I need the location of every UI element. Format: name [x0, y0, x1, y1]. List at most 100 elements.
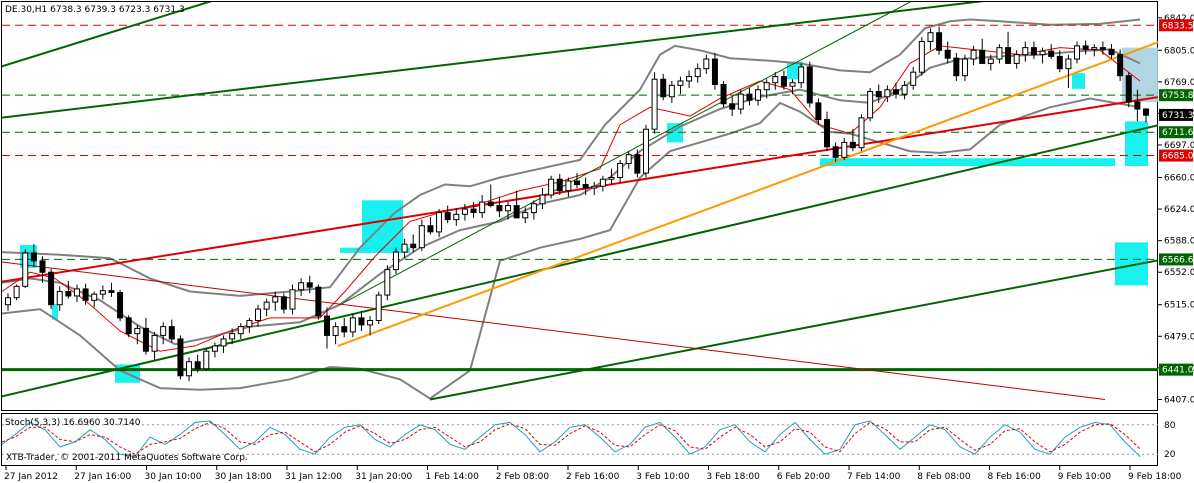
time-tick-label-15: 9 Feb 10:00 [1058, 472, 1112, 482]
candle-body [375, 294, 382, 322]
candle-body [884, 89, 891, 98]
candle-body [160, 326, 167, 336]
candle-body [39, 260, 46, 273]
price-tag-5: 6566.6 [1159, 253, 1194, 266]
stoch-tick-label-1: 20 [1164, 450, 1176, 460]
candle-body [832, 146, 839, 158]
candle-99 [858, 114, 865, 152]
highlight-box-9 [1072, 73, 1085, 89]
candle-body [427, 225, 434, 233]
highlight-box-4 [340, 247, 410, 253]
candle-body [30, 252, 37, 262]
candle-body [858, 117, 865, 149]
stoch-tick-label-0: 80 [1164, 421, 1176, 431]
time-tick-label-7: 2 Feb 08:00 [496, 472, 550, 482]
candle-body [280, 296, 287, 310]
candle-body [142, 327, 149, 352]
candle-body [944, 49, 951, 59]
trading-chart[interactable]: DE.30,H1 6738.3 6739.3 6723.3 6731.3 684… [0, 0, 1194, 483]
candle-body [56, 291, 63, 306]
candle-body [349, 317, 356, 333]
time-tick-label-3: 30 Jan 18:00 [215, 472, 272, 482]
candle-body [720, 83, 727, 105]
candle-body [970, 49, 977, 60]
candle-body [461, 208, 468, 215]
candle-body [367, 320, 374, 326]
candle-13 [117, 289, 124, 322]
price-tag-6: 6441.0 [1159, 363, 1194, 376]
candle-body [358, 317, 365, 326]
time-tick-label-13: 8 Feb 08:00 [917, 472, 971, 482]
time-tick-label-16: 9 Feb 18:00 [1128, 472, 1182, 482]
candle-body [91, 293, 98, 301]
candle-body [987, 58, 994, 64]
candle-body [22, 252, 29, 287]
candle-body [1039, 50, 1046, 56]
candle-body [651, 78, 658, 130]
candle-body [186, 361, 193, 377]
price-tag-4: 6685.0 [1159, 149, 1194, 162]
candle-body [48, 271, 55, 306]
candle-body [936, 32, 943, 51]
candle-body [1074, 45, 1081, 60]
candle-body [556, 178, 563, 192]
candle-body [849, 141, 856, 149]
candle-body [686, 76, 693, 82]
price-tag-label: 6753.8 [1162, 91, 1194, 101]
candle-body [996, 47, 1003, 60]
price-tag-label: 6731.3 [1162, 111, 1194, 121]
candle-body [763, 82, 770, 91]
candle-body [729, 103, 736, 110]
price-tag-label: 6711.6 [1162, 128, 1194, 138]
candle-83 [720, 80, 727, 108]
candle-body [332, 326, 339, 336]
time-tick-label-2: 30 Jan 10:00 [145, 472, 202, 482]
price-tag-2: 6731.3 [1159, 108, 1194, 121]
candle-body [65, 291, 72, 297]
candle-body [806, 66, 813, 104]
candle-body [487, 201, 494, 207]
candle-body [1082, 45, 1089, 50]
candle-body [867, 90, 874, 119]
candle-body [548, 178, 555, 196]
candle-body [1022, 47, 1029, 56]
candle-14 [125, 315, 132, 338]
candle-body [1091, 47, 1098, 50]
candle-body [910, 71, 917, 86]
candle-body [703, 58, 710, 70]
candle-body [401, 243, 408, 253]
candle-75 [651, 72, 658, 134]
time-tick-label-1: 27 Jan 16:00 [74, 472, 131, 482]
candle-45 [392, 247, 399, 274]
candle-body [470, 208, 477, 214]
candle-2 [22, 249, 29, 289]
candle-body [892, 89, 899, 95]
candle-body [789, 82, 796, 87]
candle-body [539, 194, 546, 205]
price-tick-label-6: 6624.0 [1164, 205, 1194, 215]
candle-body [617, 162, 624, 178]
candle-body [875, 90, 882, 98]
candle-body [151, 334, 158, 352]
price-tick-label-9: 6515.0 [1164, 301, 1194, 311]
candle-body [220, 338, 227, 347]
candle-body [901, 84, 908, 95]
candle-body [755, 89, 762, 101]
price-tick-label-8: 6552.0 [1164, 268, 1194, 278]
time-tick-label-10: 3 Feb 18:00 [707, 472, 761, 482]
candle-body [263, 301, 270, 310]
candle-body [815, 102, 822, 121]
time-tick-label-8: 2 Feb 16:00 [566, 472, 620, 482]
price-tag-1: 6753.8 [1159, 89, 1194, 102]
candle-1 [13, 284, 20, 301]
candle-100 [867, 87, 874, 122]
candle-body [1125, 75, 1132, 103]
candle-body [73, 288, 80, 297]
candle-body [574, 180, 580, 186]
candle-body [203, 350, 210, 370]
candle-body [961, 58, 968, 77]
candle-body [513, 205, 520, 219]
price-tag-0: 6833.5 [1159, 19, 1194, 32]
candle-43 [375, 291, 382, 325]
candle-body [1056, 55, 1063, 70]
